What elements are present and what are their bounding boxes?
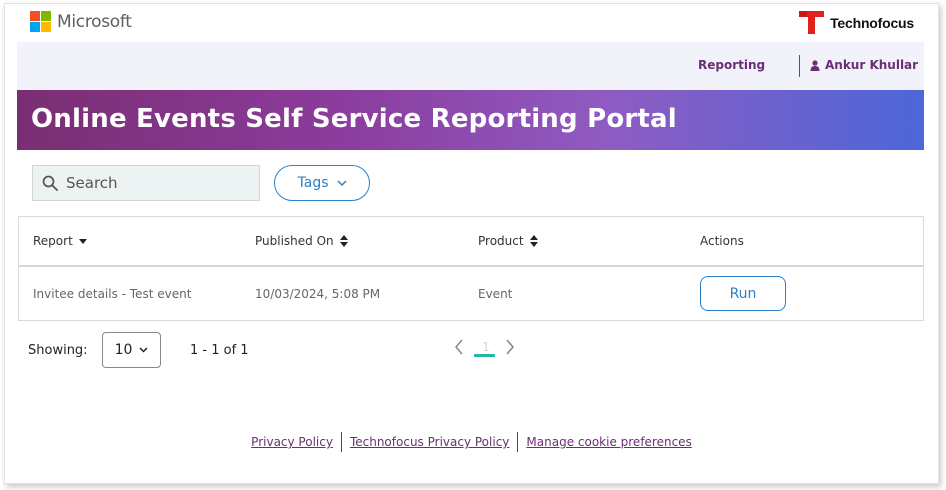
tags-label: Tags [297, 175, 329, 191]
technofocus-logo[interactable]: Technofocus [798, 9, 914, 36]
user-icon [810, 59, 820, 71]
search-input[interactable] [66, 174, 236, 192]
chevron-down-icon [336, 180, 347, 186]
search-icon [42, 175, 58, 191]
tags-dropdown-button[interactable]: Tags [274, 165, 370, 201]
column-header-product[interactable]: Product [478, 234, 538, 248]
cell-product: Event [478, 287, 513, 301]
page-title: Online Events Self Service Reporting Por… [31, 104, 677, 134]
app-window: Microsoft Technofocus Reporting Ankur Kh… [4, 3, 939, 484]
footer-divider [340, 432, 342, 452]
nav-divider [799, 55, 800, 77]
microsoft-grid-icon [30, 11, 51, 32]
user-name: Ankur Khullar [825, 58, 919, 72]
chevron-left-icon[interactable] [454, 339, 464, 355]
brand-bar: Microsoft Technofocus [5, 4, 938, 42]
cell-report: Invitee details - Test event [33, 287, 192, 301]
page-size-value: 10 [114, 342, 133, 358]
cell-published-on: 10/03/2024, 5:08 PM [255, 287, 381, 301]
page-number-current[interactable]: 1 [475, 340, 497, 354]
footer-links: Privacy Policy Technofocus Privacy Polic… [5, 432, 938, 452]
sort-icon [529, 235, 538, 247]
technofocus-privacy-policy-link[interactable]: Technofocus Privacy Policy [350, 435, 509, 449]
chevron-down-icon [139, 347, 148, 353]
table-header: Report Published On Product Actions [19, 217, 923, 267]
caret-down-icon [78, 238, 87, 244]
chevron-right-icon[interactable] [505, 339, 515, 355]
nav-reporting-link[interactable]: Reporting [698, 58, 765, 72]
user-menu[interactable]: Ankur Khullar [810, 58, 918, 72]
page-size-select[interactable]: 10 [102, 332, 161, 368]
search-box[interactable] [32, 165, 260, 201]
column-header-actions: Actions [700, 234, 744, 248]
reports-table: Report Published On Product Actions Invi… [18, 216, 924, 321]
column-header-published-on[interactable]: Published On [255, 234, 348, 248]
sort-icon [339, 235, 348, 247]
column-header-report[interactable]: Report [33, 234, 87, 248]
results-range: 1 - 1 of 1 [190, 343, 249, 358]
run-button[interactable]: Run [700, 276, 786, 311]
technofocus-mark-icon [799, 11, 825, 34]
microsoft-logo[interactable]: Microsoft [30, 11, 132, 32]
table-row: Invitee details - Test event 10/03/2024,… [19, 267, 923, 320]
top-nav: Reporting Ankur Khullar [17, 42, 924, 90]
active-page-indicator [474, 354, 495, 357]
privacy-policy-link[interactable]: Privacy Policy [251, 435, 333, 449]
portal-banner: Online Events Self Service Reporting Por… [17, 90, 924, 150]
showing-label: Showing: [28, 343, 88, 358]
technofocus-wordmark: Technofocus [830, 14, 914, 31]
manage-cookie-preferences-link[interactable]: Manage cookie preferences [526, 435, 691, 449]
footer-divider [517, 432, 519, 452]
microsoft-wordmark: Microsoft [57, 11, 132, 32]
